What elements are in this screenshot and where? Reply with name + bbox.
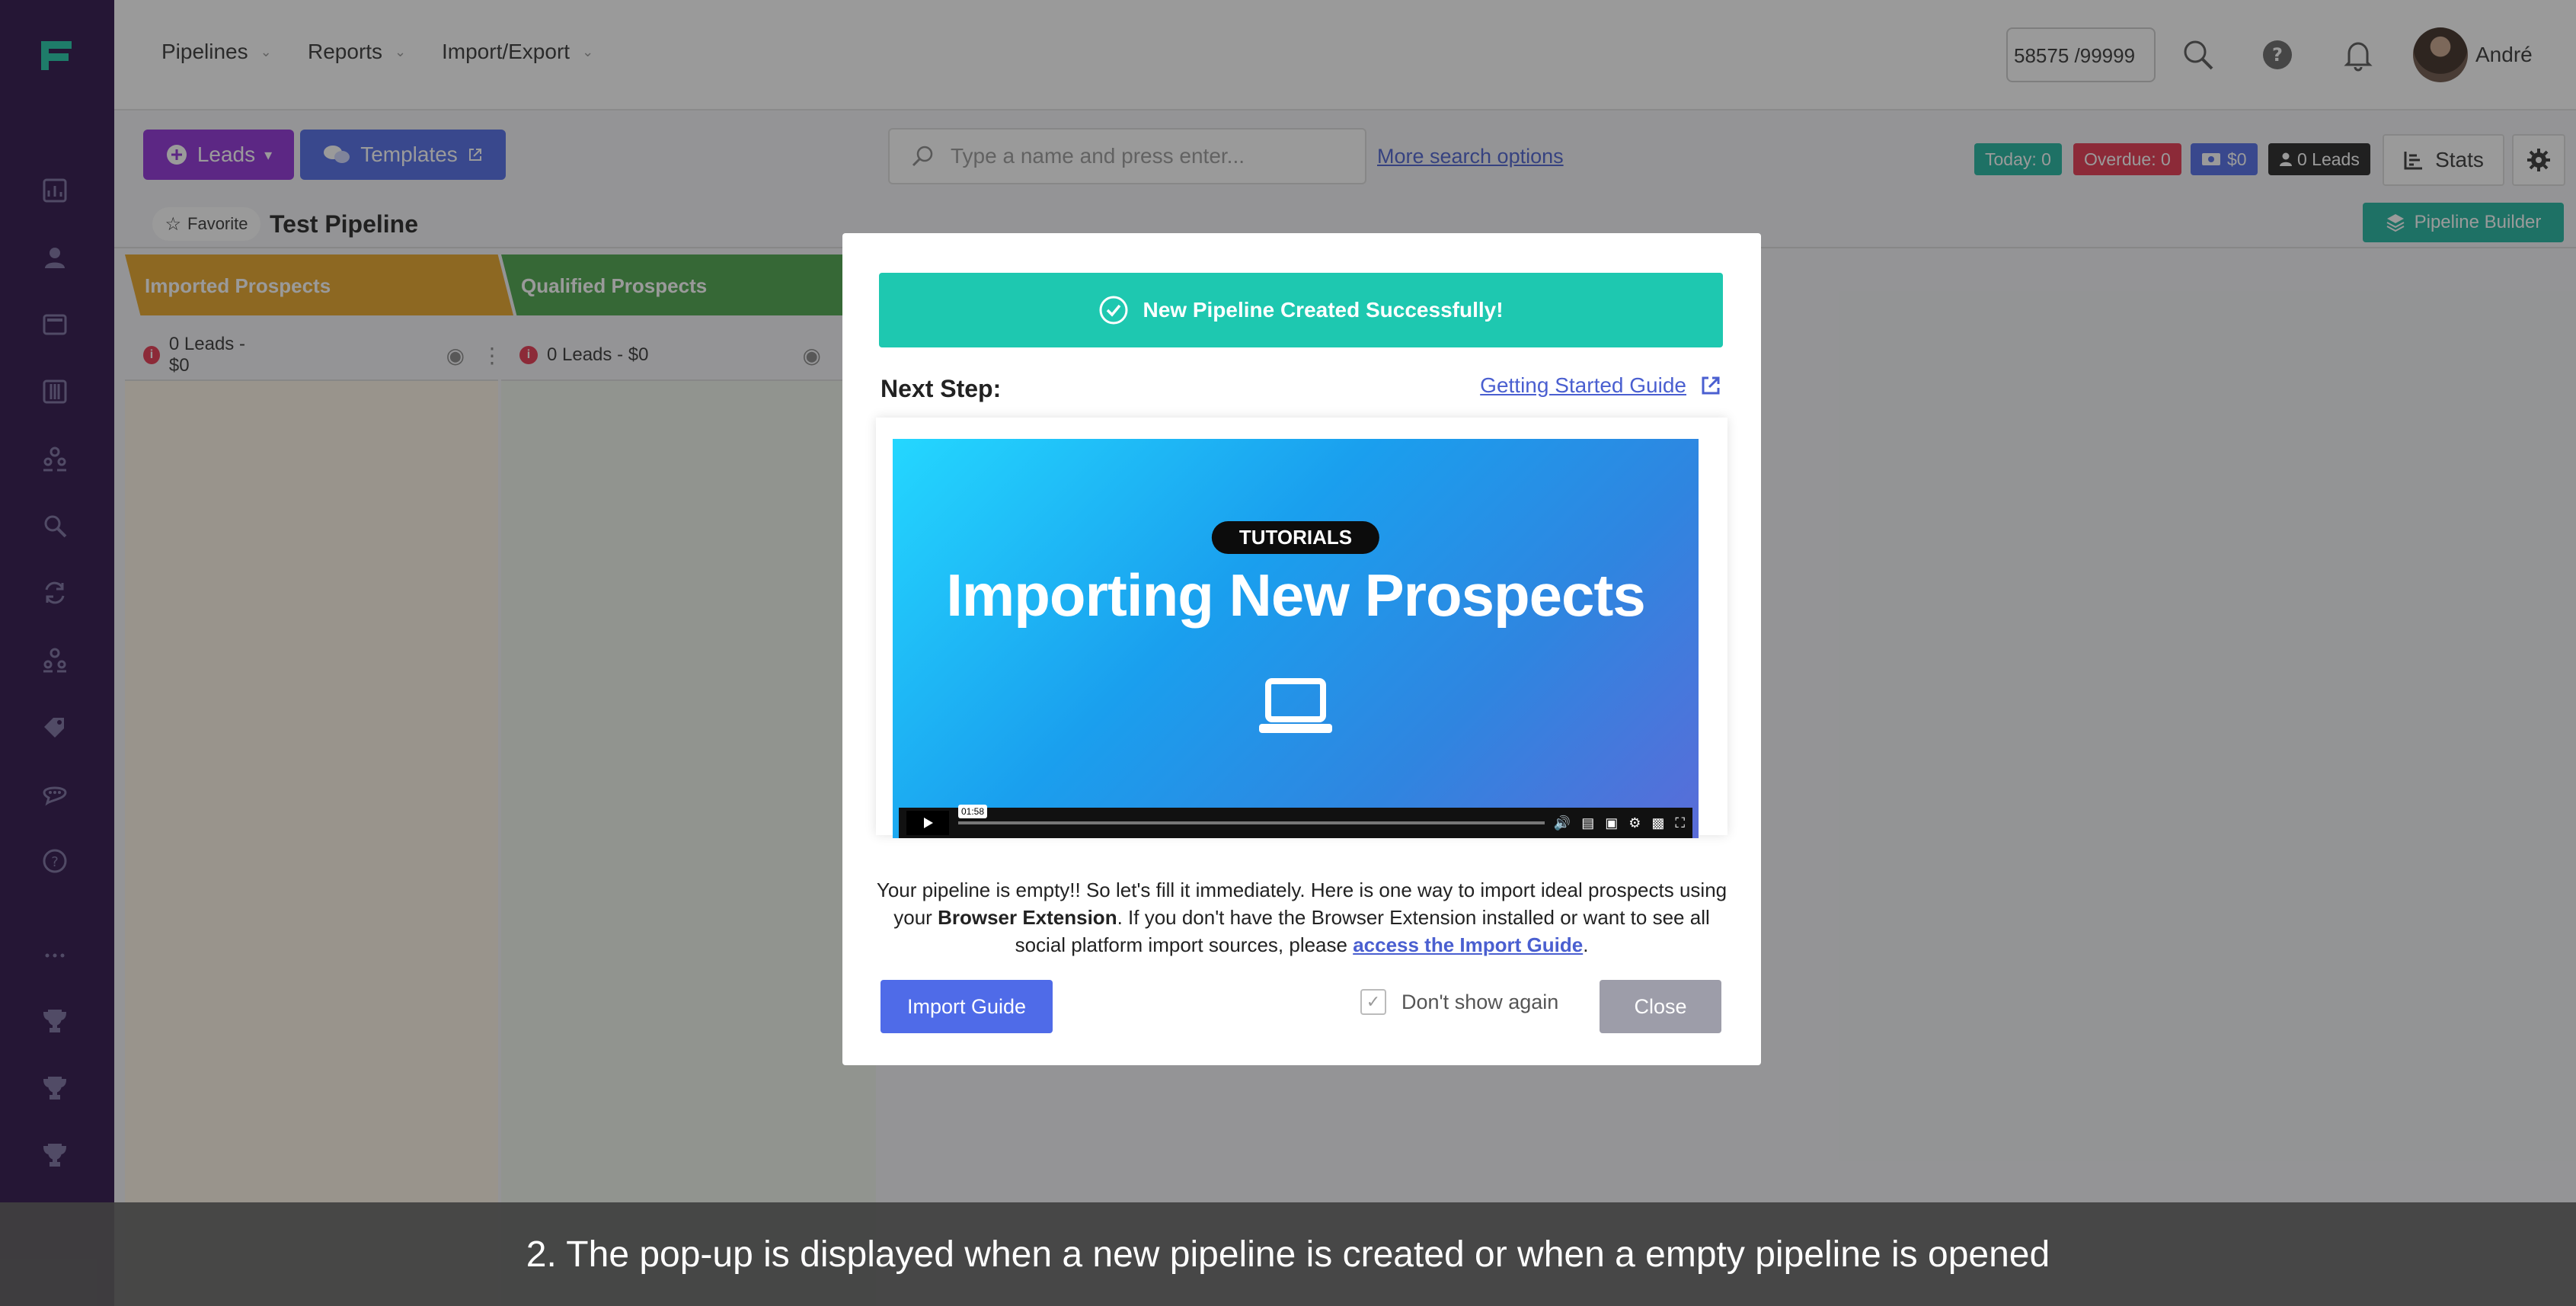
tutorial-video[interactable]: TUTORIALS Importing New Prospects 01:58 …: [893, 439, 1699, 838]
dont-show-again-label: Don't show again: [1401, 990, 1559, 1013]
play-icon: [924, 818, 933, 828]
fullscreen-icon[interactable]: ⛶: [1675, 815, 1685, 831]
video-control-icons: 🔊 ▤ ▣ ⚙ ▩ ⛶: [1554, 815, 1685, 831]
description-part-3: .: [1583, 933, 1589, 956]
getting-started-guide-label: Getting Started Guide: [1480, 373, 1686, 397]
play-button[interactable]: [906, 811, 949, 835]
close-button[interactable]: Close: [1600, 980, 1721, 1033]
external-link-icon: [1702, 376, 1720, 395]
success-banner: New Pipeline Created Successfully!: [879, 273, 1723, 347]
next-step-heading: Next Step:: [881, 375, 1002, 402]
volume-icon[interactable]: 🔊: [1554, 815, 1571, 831]
modal-description: Your pipeline is empty!! So let's fill i…: [873, 876, 1731, 959]
video-container: TUTORIALS Importing New Prospects 01:58 …: [876, 418, 1727, 838]
laptop-icon: [1259, 678, 1332, 733]
dont-show-again-checkbox[interactable]: ✓: [1360, 989, 1386, 1015]
video-controls: 01:58 🔊 ▤ ▣ ⚙ ▩ ⛶: [899, 805, 1692, 838]
video-progress-bar[interactable]: 01:58: [958, 805, 1545, 824]
import-guide-link[interactable]: access the Import Guide: [1353, 933, 1583, 956]
miniplayer-icon[interactable]: ▩: [1651, 815, 1664, 831]
success-message: New Pipeline Created Successfully!: [1143, 298, 1504, 322]
import-guide-button[interactable]: Import Guide: [881, 980, 1053, 1033]
captions-icon[interactable]: ▤: [1581, 815, 1594, 831]
video-title: Importing New Prospects: [946, 562, 1646, 629]
video-badge: TUTORIALS: [1211, 521, 1380, 554]
caption-bar: 2. The pop-up is displayed when a new pi…: [0, 1202, 2576, 1306]
dont-show-again-option[interactable]: ✓ Don't show again: [1360, 989, 1558, 1015]
watch-later-icon[interactable]: ▣: [1605, 815, 1618, 831]
getting-started-guide-link[interactable]: Getting Started Guide: [1480, 373, 1723, 398]
gear-icon[interactable]: ⚙: [1628, 815, 1641, 831]
new-pipeline-modal: New Pipeline Created Successfully! Next …: [842, 233, 1761, 1065]
video-time: 01:58: [958, 805, 988, 818]
description-bold: Browser Extension: [938, 906, 1117, 929]
check-circle-icon: [1099, 296, 1128, 325]
